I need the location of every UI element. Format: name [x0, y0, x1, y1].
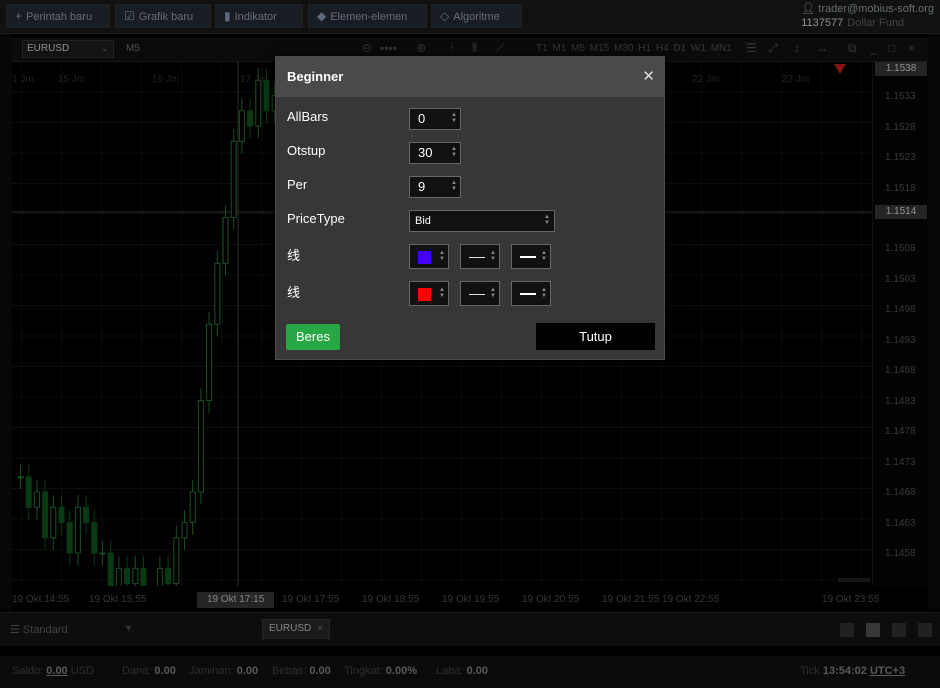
line2-color-swatch: [418, 288, 431, 301]
per-label: Per: [287, 177, 308, 192]
indicator-settings-dialog: Beginner ✕ AllBars 0 ▲ ▼ Otstup 30 ▲ ▼ Per…: [275, 56, 665, 360]
per-stepper[interactable]: 9 ▲ ▼: [409, 176, 461, 198]
line2-style-select[interactable]: ▲ ▼: [460, 281, 500, 306]
close-button[interactable]: Tutup: [536, 323, 655, 350]
allbars-stepper[interactable]: 0 ▲ ▼: [409, 108, 461, 130]
line-width-icon: [520, 256, 536, 258]
stepper-arrows-icon[interactable]: ▲ ▼: [451, 112, 457, 124]
stepper-arrows-icon[interactable]: ▲ ▼: [451, 180, 457, 192]
picker-arrows-icon: ▲ ▼: [541, 287, 547, 299]
line2-label: 线: [287, 285, 301, 300]
line1-style-select[interactable]: ▲ ▼: [460, 244, 500, 269]
line2-color-picker[interactable]: ▲ ▼: [409, 281, 449, 306]
picker-arrows-icon: ▲ ▼: [541, 250, 547, 262]
ok-button[interactable]: Beres: [286, 324, 340, 350]
line1-width-select[interactable]: ▲ ▼: [511, 244, 551, 269]
line-style-icon: [469, 294, 485, 295]
otstup-label: Otstup: [287, 143, 326, 158]
close-icon[interactable]: ✕: [642, 67, 655, 85]
picker-arrows-icon: ▲ ▼: [490, 250, 496, 262]
otstup-stepper[interactable]: 30 ▲ ▼: [409, 142, 461, 164]
line1-label: 线: [287, 248, 301, 263]
line2-width-select[interactable]: ▲ ▼: [511, 281, 551, 306]
pricetype-label: PriceType: [287, 211, 345, 226]
picker-arrows-icon: ▲ ▼: [490, 287, 496, 299]
select-arrows-icon: ▲ ▼: [544, 214, 550, 226]
picker-arrows-icon: ▲ ▼: [439, 287, 445, 299]
picker-arrows-icon: ▲ ▼: [439, 250, 445, 262]
line-style-icon: [469, 257, 485, 258]
line-width-icon: [520, 293, 536, 295]
stepper-arrows-icon[interactable]: ▲ ▼: [451, 146, 457, 158]
pricetype-select[interactable]: Bid ▲ ▼: [409, 210, 555, 232]
line1-color-swatch: [418, 251, 431, 264]
dialog-header: Beginner ✕: [276, 57, 664, 97]
allbars-label: AllBars: [287, 109, 329, 124]
line1-color-picker[interactable]: ▲ ▼: [409, 244, 449, 269]
dialog-title: Beginner: [287, 69, 344, 84]
